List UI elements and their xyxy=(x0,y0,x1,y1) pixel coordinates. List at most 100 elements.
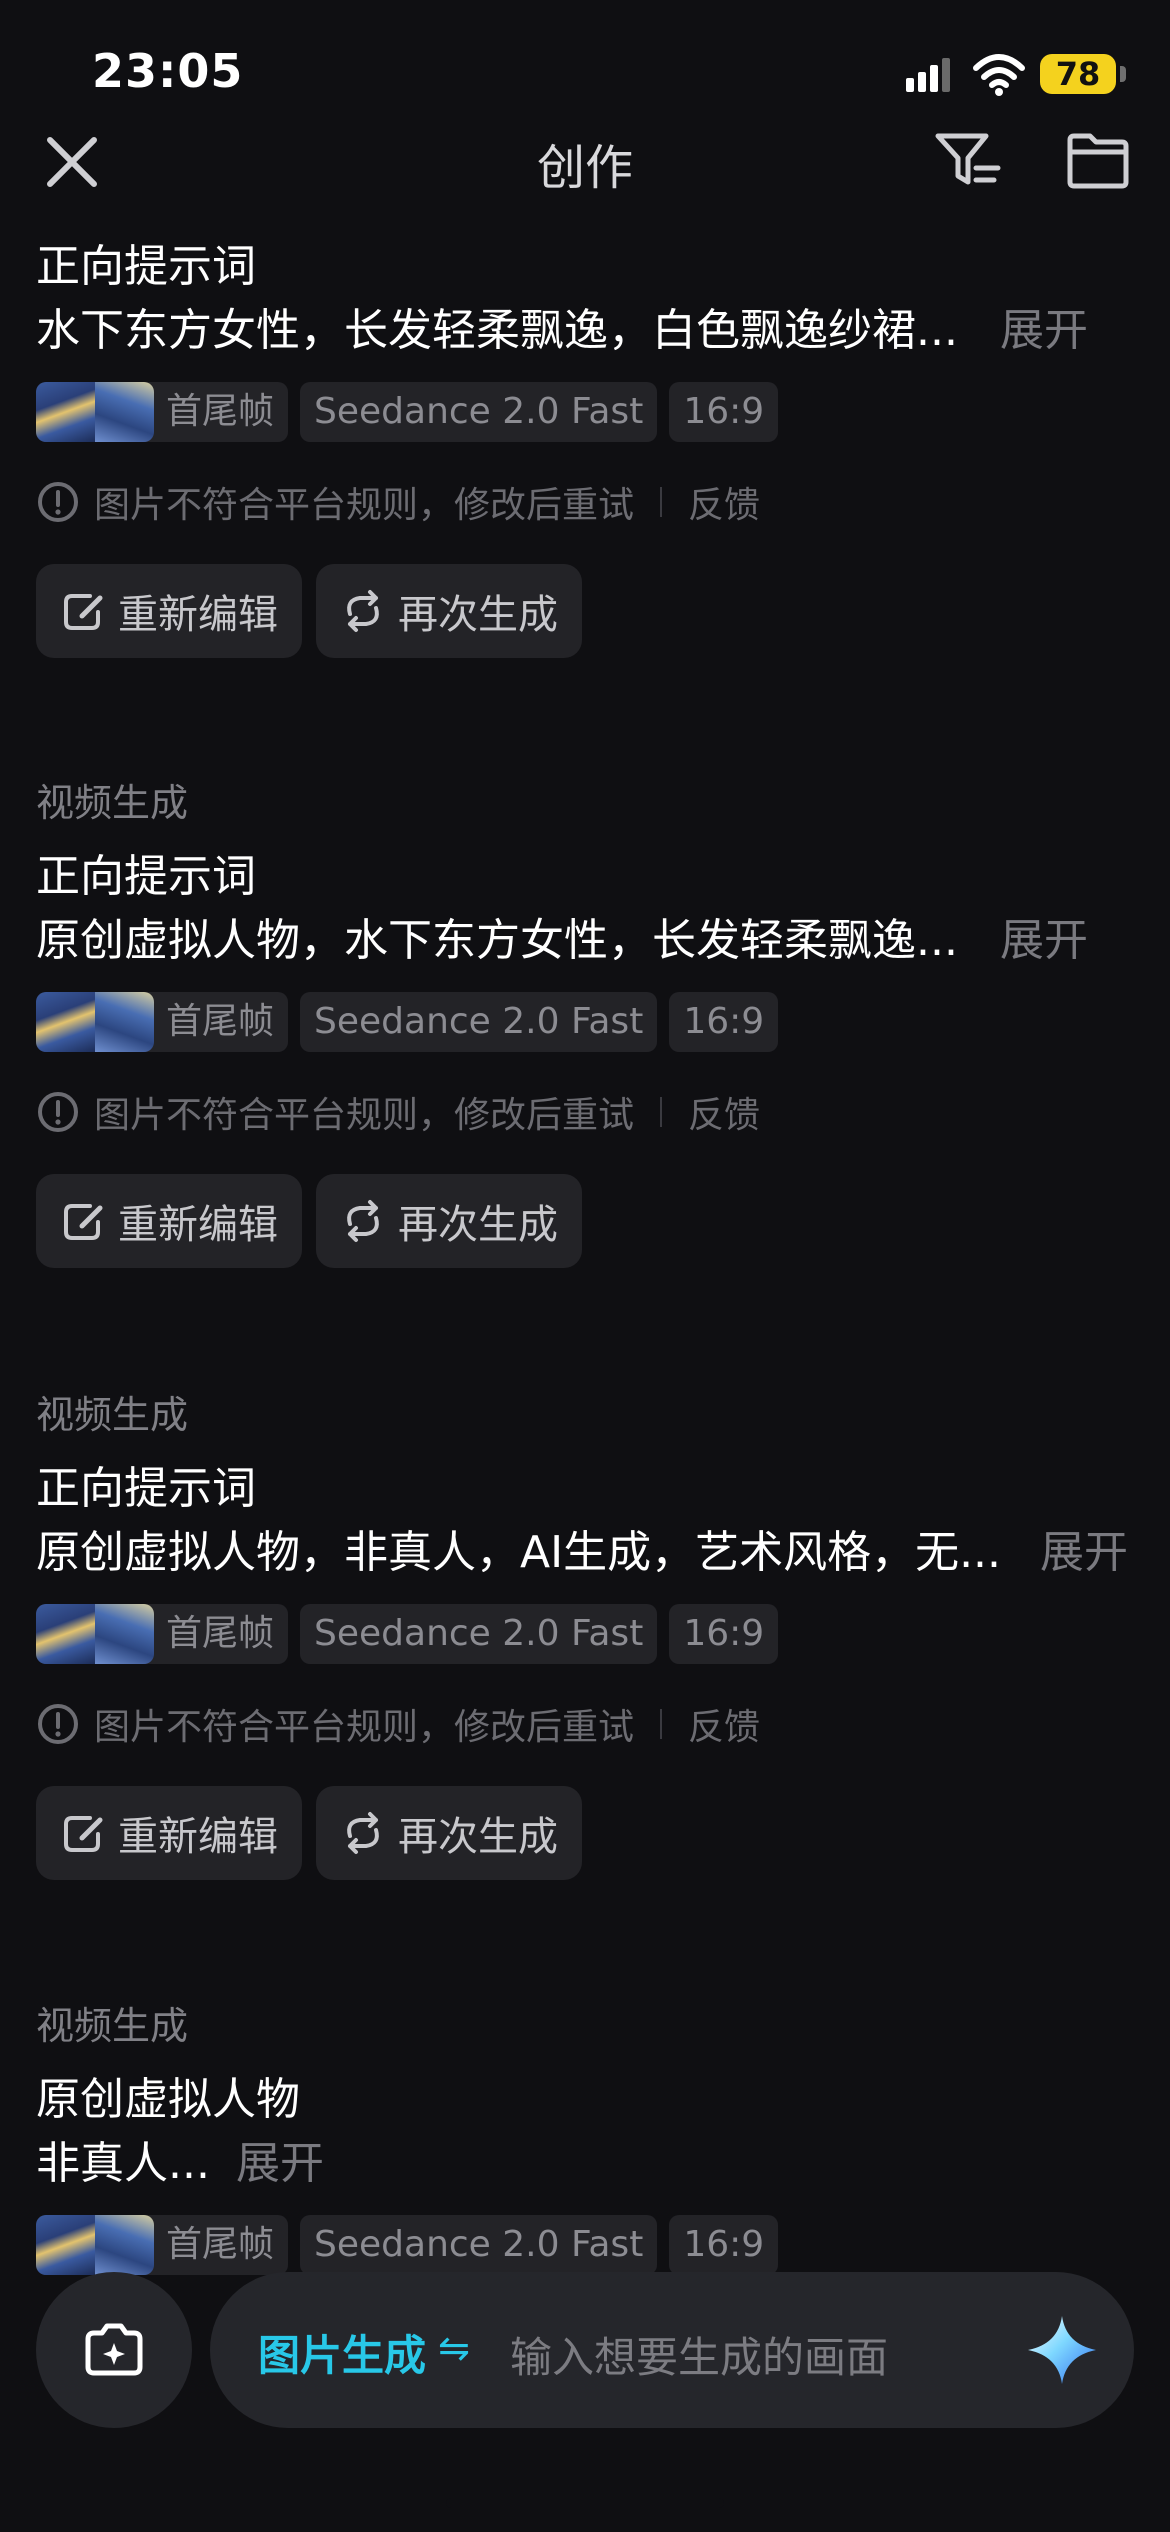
tag-model: Seedance 2.0 Fast xyxy=(300,382,658,442)
tag-frames: 首尾帧 xyxy=(36,2215,289,2275)
camera-button[interactable] xyxy=(36,2272,192,2428)
tag-row: 首尾帧 Seedance 2.0 Fast 16:9 xyxy=(36,382,779,442)
tag-frames-label: 首尾帧 xyxy=(166,1613,275,1654)
battery-level: 78 xyxy=(1040,54,1116,94)
tag-model: Seedance 2.0 Fast xyxy=(300,1604,658,1664)
expand-link[interactable]: 展开 xyxy=(236,2127,324,2191)
bottom-input-bar: 图片生成 ⇋ 输入想要生成的画面 xyxy=(0,2268,1170,2428)
regenerate-button[interactable]: 再次生成 xyxy=(316,1786,582,1880)
refresh-icon xyxy=(347,1812,379,1854)
error-message: 图片不符合平台规则，修改后重试 xyxy=(94,1095,635,1136)
prompt-label: 正向提示词 xyxy=(36,1463,256,1514)
divider xyxy=(660,1709,663,1739)
prompt-text: 原创虚拟人物，水下东方女性，长发轻柔飘逸... xyxy=(36,915,958,966)
first-frame-thumbnail xyxy=(36,992,95,1052)
error-row: 图片不符合平台规则，修改后重试 反馈 xyxy=(36,477,760,527)
status-time: 23:05 xyxy=(92,44,244,98)
home-indicator xyxy=(446,2498,724,2508)
refresh-icon xyxy=(347,590,379,632)
error-row: 图片不符合平台规则，修改后重试 反馈 xyxy=(36,1699,760,1749)
frame-thumbnails xyxy=(36,992,154,1052)
first-frame-thumbnail xyxy=(36,2215,95,2275)
prompt-text: 非真人... xyxy=(36,2138,210,2189)
error-message: 图片不符合平台规则，修改后重试 xyxy=(94,1707,635,1748)
app-screen: 23:05 78 创作 正向提示词 水下东方女性，长发轻柔飘逸，白色飘逸纱裙..… xyxy=(0,0,1170,2532)
regenerate-label: 再次生成 xyxy=(398,592,558,638)
feedback-link[interactable]: 反馈 xyxy=(688,476,760,528)
tag-ratio: 16:9 xyxy=(669,2215,779,2275)
reedit-label: 重新编辑 xyxy=(118,592,278,638)
error-row: 图片不符合平台规则，修改后重试 反馈 xyxy=(36,1087,760,1137)
action-row: 重新编辑 再次生成 xyxy=(36,1174,582,1268)
tag-ratio: 16:9 xyxy=(669,382,779,442)
prompt-label: 正向提示词 xyxy=(36,241,256,292)
tag-ratio: 16:9 xyxy=(669,992,779,1052)
divider xyxy=(660,1097,663,1127)
expand-link[interactable]: 展开 xyxy=(1000,904,1088,968)
feedback-link[interactable]: 反馈 xyxy=(688,1086,760,1138)
frame-thumbnails xyxy=(36,2215,154,2275)
folder-icon[interactable] xyxy=(1062,124,1134,196)
tag-row: 首尾帧 Seedance 2.0 Fast 16:9 xyxy=(36,1604,779,1664)
regenerate-button[interactable]: 再次生成 xyxy=(316,564,582,658)
prompt-label: 正向提示词 xyxy=(36,851,256,902)
edit-icon xyxy=(64,1816,103,1852)
wifi-icon xyxy=(973,54,1025,96)
first-frame-thumbnail xyxy=(36,1604,95,1664)
prompt-text: 原创虚拟人物，非真人，AI生成，艺术风格，无... xyxy=(36,1527,1002,1578)
reedit-button[interactable]: 重新编辑 xyxy=(36,1786,302,1880)
error-message: 图片不符合平台规则，修改后重试 xyxy=(94,485,635,526)
tag-frames-label: 首尾帧 xyxy=(166,391,275,432)
frame-thumbnails xyxy=(36,382,154,442)
divider xyxy=(660,487,663,517)
prompt-input[interactable]: 输入想要生成的画面 xyxy=(510,2324,888,2385)
tag-frames: 首尾帧 xyxy=(36,1604,289,1664)
action-row: 重新编辑 再次生成 xyxy=(36,564,582,658)
filter-icon[interactable] xyxy=(932,124,1004,196)
last-frame-thumbnail xyxy=(95,992,154,1052)
battery-tip xyxy=(1120,66,1126,82)
prompt-label: 原创虚拟人物 xyxy=(36,2074,300,2125)
mode-switch-icon[interactable]: ⇋ xyxy=(438,2326,470,2370)
warning-icon xyxy=(38,482,78,522)
tag-row: 首尾帧 Seedance 2.0 Fast 16:9 xyxy=(36,2215,779,2275)
card-type-label: 视频生成 xyxy=(36,781,189,825)
camera-spark-icon xyxy=(85,2323,143,2376)
last-frame-thumbnail xyxy=(95,1604,154,1664)
tag-model: Seedance 2.0 Fast xyxy=(300,2215,658,2275)
sparkle-send-icon[interactable] xyxy=(1022,2310,1102,2390)
feedback-link[interactable]: 反馈 xyxy=(688,1698,760,1750)
frame-thumbnails xyxy=(36,1604,154,1664)
last-frame-thumbnail xyxy=(95,382,154,442)
card-type-label: 视频生成 xyxy=(36,2004,189,2048)
regenerate-label: 再次生成 xyxy=(398,1814,558,1860)
edit-icon xyxy=(64,1204,103,1240)
tag-frames-label: 首尾帧 xyxy=(166,1001,275,1042)
warning-icon xyxy=(38,1092,78,1132)
reedit-label: 重新编辑 xyxy=(118,1202,278,1248)
header: 创作 xyxy=(0,110,1170,210)
cellular-signal-icon xyxy=(906,58,950,92)
tag-row: 首尾帧 Seedance 2.0 Fast 16:9 xyxy=(36,992,779,1052)
regenerate-label: 再次生成 xyxy=(398,1202,558,1248)
reedit-button[interactable]: 重新编辑 xyxy=(36,1174,302,1268)
warning-icon xyxy=(38,1704,78,1744)
expand-link[interactable]: 展开 xyxy=(1000,294,1088,358)
expand-link[interactable]: 展开 xyxy=(1040,1516,1128,1580)
regenerate-button[interactable]: 再次生成 xyxy=(316,1174,582,1268)
refresh-icon xyxy=(347,1200,379,1242)
tag-frames: 首尾帧 xyxy=(36,382,289,442)
tag-ratio: 16:9 xyxy=(669,1604,779,1664)
reedit-label: 重新编辑 xyxy=(118,1814,278,1860)
mode-selector[interactable]: 图片生成 xyxy=(258,2322,426,2383)
card-type-label: 视频生成 xyxy=(36,1393,189,1437)
tag-frames: 首尾帧 xyxy=(36,992,289,1052)
prompt-input-pill[interactable]: 图片生成 ⇋ 输入想要生成的画面 xyxy=(210,2272,1134,2428)
reedit-button[interactable]: 重新编辑 xyxy=(36,564,302,658)
last-frame-thumbnail xyxy=(95,2215,154,2275)
edit-icon xyxy=(64,594,103,630)
tag-frames-label: 首尾帧 xyxy=(166,2224,275,2265)
first-frame-thumbnail xyxy=(36,382,95,442)
action-row: 重新编辑 再次生成 xyxy=(36,1786,582,1880)
prompt-text: 水下东方女性，长发轻柔飘逸，白色飘逸纱裙... xyxy=(36,305,958,356)
